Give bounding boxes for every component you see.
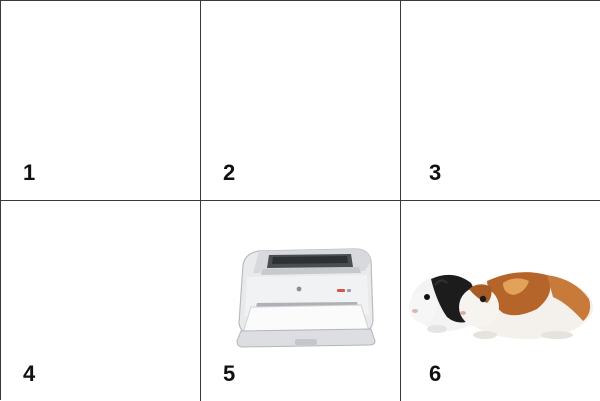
guinea-pigs-image [409, 272, 593, 339]
grid-cell-3[interactable]: 3 [401, 1, 600, 201]
grid-cell-6[interactable]: 6 [401, 201, 600, 401]
cell-number: 1 [23, 160, 36, 185]
cell-number: 5 [223, 361, 236, 386]
grid-cell-4[interactable]: 4 [1, 201, 201, 401]
cell-number: 2 [223, 160, 236, 185]
cell-number: 4 [23, 361, 36, 386]
grid-cell-5[interactable]: 5 [201, 201, 401, 401]
grid-cell-2[interactable]: 2 [201, 1, 401, 201]
grid-cell-1[interactable]: 1 [1, 1, 201, 201]
printer-image [236, 248, 376, 348]
cell-number: 3 [429, 160, 442, 185]
numbered-grid: 1 2 3 4 5 6 [0, 0, 600, 401]
cell-number: 6 [429, 361, 442, 386]
